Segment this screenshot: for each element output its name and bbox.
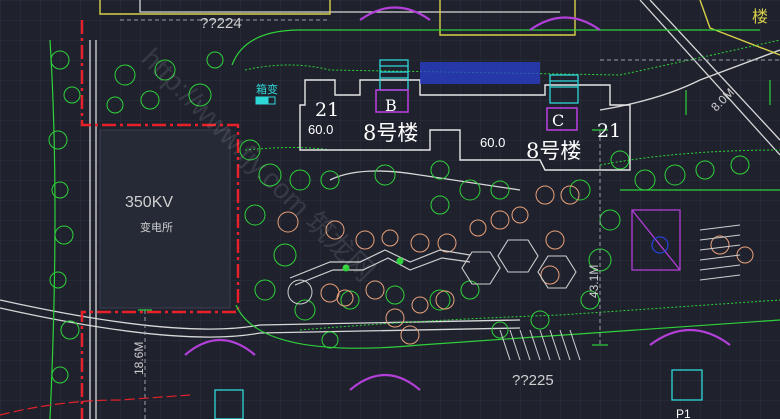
unit-b-letter: B: [385, 96, 397, 115]
dim-43m-label: 43.1M: [587, 265, 601, 298]
path-dot-2: [396, 257, 404, 265]
unit-c-letter: C: [552, 111, 564, 130]
bottom-code-label: ??225: [512, 372, 554, 389]
unit-c-floors: 21: [597, 120, 621, 142]
substation-voltage-label: 350KV: [125, 194, 173, 211]
substation-block: [99, 129, 231, 309]
top-right-char: 楼: [752, 7, 768, 26]
cad-site-plan: ??224 ??225 箱变 350KV 变电所 21 B 60.0 8号楼 C…: [0, 0, 780, 419]
blue-balcony: [420, 62, 540, 84]
substation-name-label: 变电所: [140, 220, 173, 234]
box-transformer-label: 箱变: [256, 82, 278, 96]
building-name-right: 8号楼: [526, 139, 581, 163]
dim-18m-label: 18.6M: [132, 342, 146, 375]
building-name-left: 8号楼: [363, 121, 418, 145]
unit-b-floors: 21: [315, 99, 339, 121]
unit-b-height: 60.0: [308, 122, 333, 137]
box-transformer-symbol: [255, 96, 269, 105]
top-code-label: ??224: [200, 15, 242, 32]
unit-c-height: 60.0: [480, 135, 505, 150]
plan-canvas: ??224 ??225 箱变 350KV 变电所 21 B 60.0 8号楼 C…: [0, 0, 780, 419]
bottom-right-char: P1: [676, 407, 691, 419]
